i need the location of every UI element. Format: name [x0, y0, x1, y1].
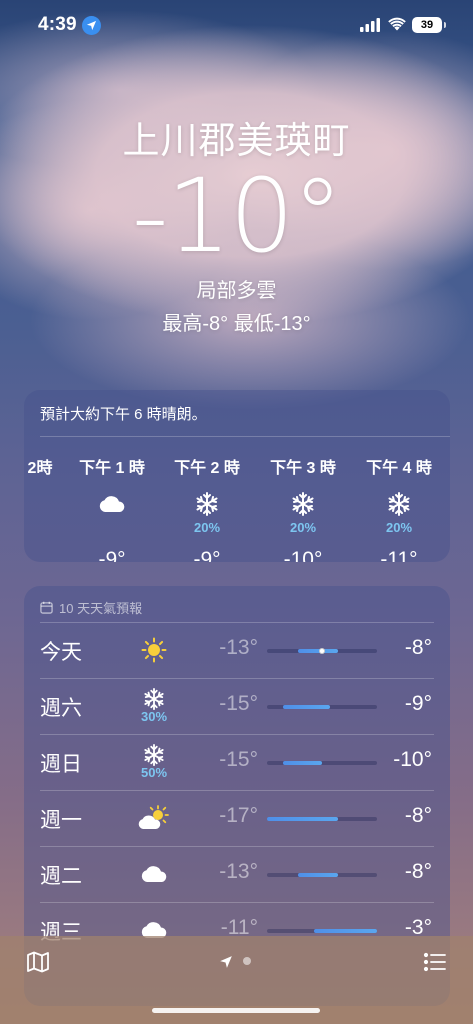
cloud-icon	[130, 850, 178, 898]
location-services-icon	[82, 16, 101, 35]
ten-day-title: 10 天天氣預報	[59, 601, 143, 616]
divider	[40, 902, 434, 903]
temp-range-bar	[267, 761, 377, 765]
daily-row[interactable]: 週日 50% -15° -10°	[24, 734, 450, 790]
hourly-item: 下午 4 時 20% -11°	[359, 454, 439, 562]
snowflake-icon: 50%	[130, 738, 178, 786]
precip-chance: 20%	[193, 520, 221, 535]
day-name: 今天	[40, 641, 82, 664]
hour-label: 下午 4 時	[366, 460, 432, 477]
hour-label: 下午 1 時	[79, 460, 145, 477]
cellular-signal-icon	[360, 18, 380, 32]
daily-row[interactable]: 週六 30% -15° -9°	[24, 678, 450, 734]
current-weather: 上川郡美瑛町 -10° 局部多雲 最高-8° 最低-13°	[0, 110, 473, 336]
hour-label: 下午 2 時	[174, 460, 240, 477]
temp-range-fill	[267, 817, 338, 821]
precip-chance: 50%	[140, 765, 168, 780]
high-temp: -8°	[404, 804, 432, 827]
current-temp-dot	[319, 648, 325, 654]
low-temp: -15°	[219, 692, 258, 715]
high-low: 最高-8° 最低-13°	[162, 313, 311, 335]
hourly-item: 下午 3 時 20% -10°	[263, 454, 343, 562]
precip-chance: 20%	[385, 520, 413, 535]
battery-indicator: 39	[412, 17, 446, 33]
low-temp: -13°	[219, 636, 258, 659]
hour-label: 下午 3 時	[270, 460, 336, 477]
low-temp: -15°	[219, 748, 258, 771]
temp-range-fill	[282, 705, 330, 709]
page-dot[interactable]	[243, 957, 251, 965]
snowflake-icon	[263, 488, 343, 520]
hour-temperature: -11°	[380, 548, 418, 562]
hourly-forecast-card[interactable]: 預計大約下午 6 時晴朗。 2時 ° 下午 1 時 -9° 下午 2 時 20%…	[24, 390, 450, 562]
high-temp: -10°	[393, 748, 432, 771]
temp-range-bar	[267, 705, 377, 709]
hourly-item: 下午 2 時 20% -9°	[167, 454, 247, 562]
high-temp: -8°	[404, 636, 432, 659]
hour-temperature: -9°	[193, 548, 221, 562]
temp-range-fill	[282, 761, 322, 765]
divider	[40, 790, 434, 791]
calendar-icon	[40, 601, 53, 614]
status-time: 4:39	[38, 14, 77, 35]
location-arrow-icon[interactable]	[219, 955, 233, 969]
hour-temperature: -9°	[98, 548, 126, 562]
city-name: 上川郡美瑛町	[122, 120, 351, 161]
temp-range-bar	[267, 648, 377, 654]
divider	[40, 436, 450, 437]
divider	[40, 846, 434, 847]
day-name: 週日	[40, 753, 82, 776]
temp-range-bar	[267, 817, 377, 821]
temp-range-fill	[298, 873, 338, 877]
daily-row[interactable]: 今天 -13° -8°	[24, 622, 450, 678]
daily-row[interactable]: 週一 -17° -8°	[24, 790, 450, 846]
daily-row[interactable]: 週二 -13° -8°	[24, 846, 450, 902]
map-icon[interactable]	[26, 950, 50, 974]
high-temp: -8°	[404, 860, 432, 883]
precip-chance: 30%	[140, 709, 168, 724]
low-temp: -13°	[219, 860, 258, 883]
list-icon[interactable]	[423, 950, 447, 974]
snowflake-icon	[167, 488, 247, 520]
snowflake-icon	[359, 488, 439, 520]
wifi-icon	[388, 17, 406, 31]
precip-chance	[72, 520, 152, 536]
sun-icon	[130, 626, 178, 674]
divider	[40, 734, 434, 735]
hourly-item: 下午 1 時 -9°	[72, 454, 152, 562]
day-name: 週六	[40, 697, 82, 720]
bottom-toolbar	[0, 936, 473, 1024]
ten-day-header: 10 天天氣預報	[40, 598, 142, 617]
forecast-summary: 預計大約下午 6 時晴朗。	[40, 406, 207, 423]
low-temp: -17°	[219, 804, 258, 827]
precip-chance: 20%	[289, 520, 317, 535]
temp-range-bar	[267, 873, 377, 877]
divider	[40, 622, 434, 623]
hour-temperature: -10°	[283, 548, 323, 562]
home-indicator	[152, 1008, 320, 1013]
current-condition: 局部多雲	[196, 280, 277, 302]
day-name: 週一	[40, 809, 82, 832]
snowflake-icon: 30%	[130, 682, 178, 730]
partly-sunny-icon	[130, 794, 178, 842]
cloud-icon	[72, 488, 152, 520]
temp-range-bar	[267, 929, 377, 933]
high-temp: -9°	[404, 692, 432, 715]
day-name: 週二	[40, 865, 82, 888]
temp-range-fill	[314, 929, 377, 933]
current-temperature: -10°	[131, 157, 344, 276]
status-bar: 4:39 39	[0, 0, 473, 52]
divider	[40, 678, 434, 679]
